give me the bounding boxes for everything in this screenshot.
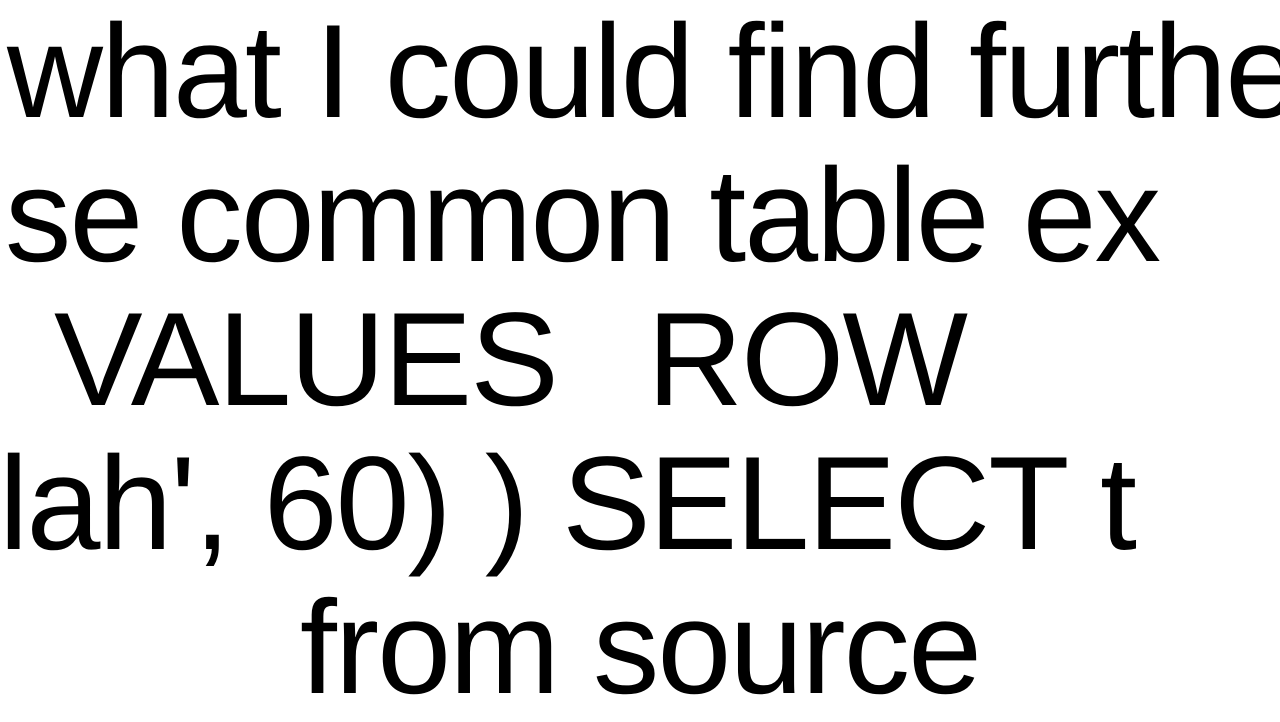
text-line-5: from source: [0, 576, 1280, 720]
cropped-text-block: n what I could find further d use common…: [0, 0, 1280, 720]
text-fragment: from source: [300, 582, 980, 715]
text-line-1: n what I could find further: [0, 0, 1280, 144]
text-fragment: d use common table ex: [0, 150, 1159, 283]
text-line-2: d use common table ex: [0, 144, 1280, 288]
text-line-3: S (VALUESROW: [0, 288, 1280, 432]
text-fragment: ROW: [647, 294, 966, 427]
text-fragment: VALUES: [54, 294, 557, 427]
text-fragment: n what I could find further: [0, 6, 1280, 139]
text-fragment: h blah', 60) ) SELECT t: [0, 438, 1135, 571]
text-line-4: h blah', 60) ) SELECT t: [0, 432, 1280, 576]
